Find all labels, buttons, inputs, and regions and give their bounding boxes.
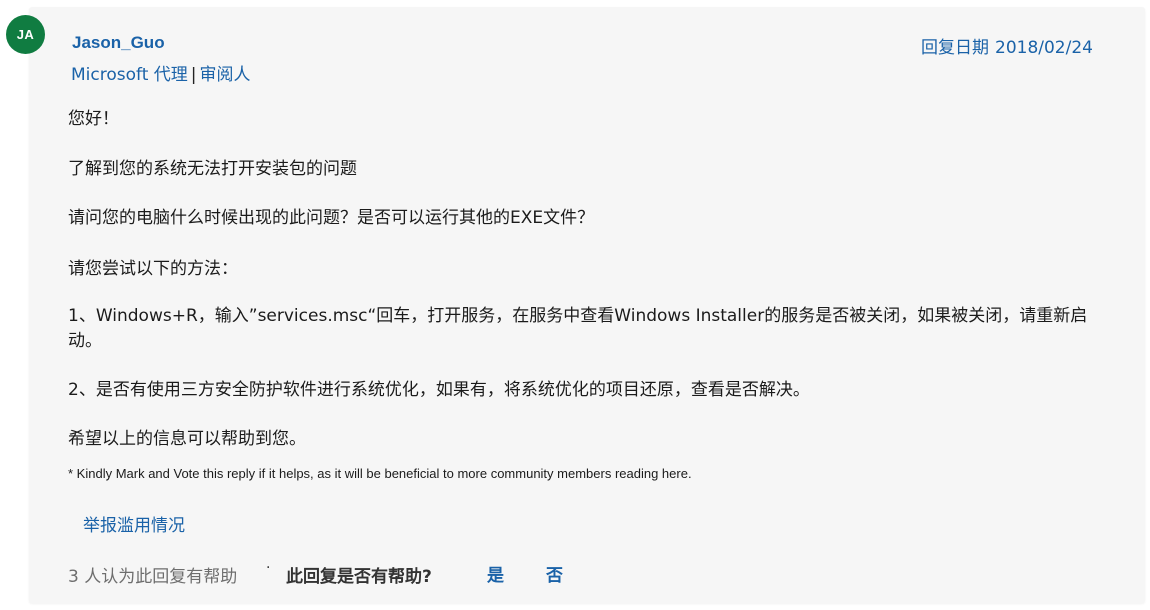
avatar[interactable]: JA	[6, 15, 45, 54]
reply-line-2: 请问您的电脑什么时候出现的此问题？是否可以运行其他的EXE文件？	[68, 208, 595, 228]
reply-line-3: 请您尝试以下的方法：	[68, 259, 238, 279]
reply-closing: 希望以上的信息可以帮助到您。	[68, 429, 306, 449]
report-abuse-link[interactable]: 举报滥用情况	[83, 511, 185, 536]
role-separator: |	[190, 65, 197, 85]
author-role: Microsoft 代理 | 审阅人	[71, 60, 251, 85]
helpful-question: 此回复是否有帮助?	[286, 567, 432, 587]
reply-greeting: 您好！	[68, 109, 119, 129]
vote-no-button[interactable]: 否	[546, 561, 563, 586]
reply-step-2: 2、是否有使用三方安全防护软件进行系统优化，如果有，将系统优化的项目还原，查看是…	[68, 380, 810, 400]
author-name-link[interactable]: Jason_Guo	[72, 33, 165, 53]
reply-step-1: 1、Windows+R，输入”services.msc“回车，打开服务，在服务中…	[68, 306, 1088, 351]
reply-date: 回复日期 2018/02/24	[921, 33, 1093, 58]
separator-dot: ·	[266, 560, 271, 576]
reply-date-label: 回复日期	[921, 38, 989, 58]
reply-line-1: 了解到您的系统无法打开安装包的问题	[68, 159, 357, 179]
reviewer-badge: 审阅人	[199, 65, 251, 85]
vote-footnote: * Kindly Mark and Vote this reply if it …	[68, 466, 692, 481]
vote-yes-button[interactable]: 是	[487, 561, 504, 586]
helpful-count: 3 人认为此回复有帮助	[68, 567, 238, 587]
author-role-label: Microsoft 代理	[71, 65, 188, 85]
reply-date-value: 2018/02/24	[995, 38, 1093, 58]
